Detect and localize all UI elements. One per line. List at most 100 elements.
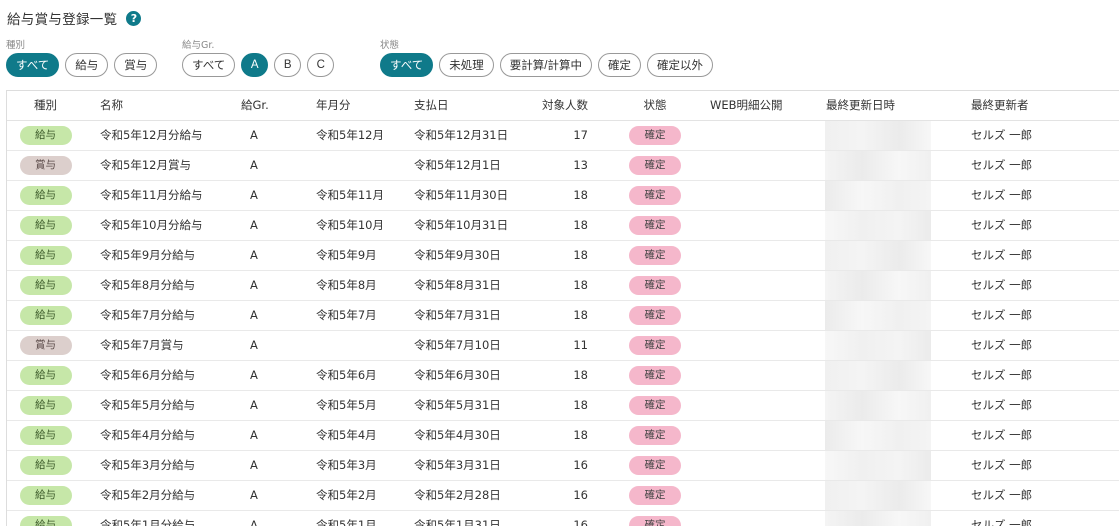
cell-name[interactable]: 令和5年3月分給与 <box>84 450 241 481</box>
table-row[interactable]: 賞与 令和5年7月賞与 A 令和5年7月10日 11 確定 セルズ 一郎 <box>7 330 1119 361</box>
redacted-timestamp <box>825 150 931 179</box>
header-name[interactable]: 名称 <box>84 91 241 121</box>
cell-updated-at <box>817 450 964 481</box>
cell-paydate: 令和5年12月1日 <box>410 150 530 181</box>
type-badge-salary: 給与 <box>19 455 72 475</box>
cell-name[interactable]: 令和5年11月分給与 <box>84 180 241 211</box>
cell-status: 確定 <box>600 270 710 301</box>
filter-type-option[interactable]: 賞与 <box>114 53 158 77</box>
cell-month: 令和5年12月 <box>311 120 410 151</box>
cell-name[interactable]: 令和5年9月分給与 <box>84 240 241 271</box>
table-row[interactable]: 賞与 令和5年12月賞与 A 令和5年12月1日 13 確定 セルズ 一郎 <box>7 150 1119 181</box>
header-count[interactable]: 対象人数 <box>530 91 600 121</box>
cell-updated-by: セルズ 一郎 <box>964 270 1119 301</box>
cell-web-publish <box>710 120 817 151</box>
cell-name[interactable]: 令和5年8月分給与 <box>84 270 241 301</box>
cell-name[interactable]: 令和5年2月分給与 <box>84 480 241 511</box>
cell-month: 令和5年7月 <box>311 300 410 331</box>
filter-group-option[interactable]: B <box>274 53 302 77</box>
cell-web-publish <box>710 450 817 481</box>
cell-month: 令和5年6月 <box>311 360 410 391</box>
header-month[interactable]: 年月分 <box>311 91 410 121</box>
cell-name[interactable]: 令和5年10月分給与 <box>84 210 241 241</box>
cell-updated-by: セルズ 一郎 <box>964 180 1119 211</box>
table-row[interactable]: 給与 令和5年11月分給与 A 令和5年11月 令和5年11月30日 18 確定 セルズ 一郎 <box>7 180 1119 211</box>
table-row[interactable]: 給与 令和5年3月分給与 A 令和5年3月 令和5年3月31日 16 確定 セルズ 一郎 <box>7 450 1119 481</box>
filter-status-option[interactable]: 要計算/計算中 <box>499 53 592 77</box>
cell-web-publish <box>710 300 817 331</box>
header-type[interactable]: 種別 <box>7 91 84 121</box>
filter-group-label: 給与Gr. <box>182 40 215 51</box>
header-status[interactable]: 状態 <box>600 91 710 121</box>
table-row[interactable]: 給与 令和5年6月分給与 A 令和5年6月 令和5年6月30日 18 確定 セルズ 一郎 <box>7 360 1119 391</box>
cell-type: 給与 <box>7 510 84 526</box>
cell-name[interactable]: 令和5年7月賞与 <box>84 330 241 361</box>
cell-web-publish <box>710 180 817 211</box>
cell-updated-at <box>817 180 964 211</box>
filter-status-option[interactable]: 未処理 <box>439 53 494 77</box>
cell-updated-by: セルズ 一郎 <box>964 300 1119 331</box>
table-row[interactable]: 給与 令和5年7月分給与 A 令和5年7月 令和5年7月31日 18 確定 セルズ 一郎 <box>7 300 1119 331</box>
cell-updated-at <box>817 390 964 421</box>
cell-name[interactable]: 令和5年6月分給与 <box>84 360 241 391</box>
filter-type-option[interactable]: 給与 <box>65 53 109 77</box>
cell-type: 給与 <box>7 480 84 511</box>
cell-name[interactable]: 令和5年12月分給与 <box>84 120 241 151</box>
redacted-timestamp <box>825 300 931 329</box>
cell-paydate: 令和5年9月30日 <box>410 240 530 271</box>
table-row[interactable]: 給与 令和5年2月分給与 A 令和5年2月 令和5年2月28日 16 確定 セルズ 一郎 <box>7 480 1119 511</box>
status-badge: 確定 <box>629 425 681 445</box>
header-group[interactable]: 給Gr. <box>241 91 311 121</box>
table-row[interactable]: 給与 令和5年1月分給与 A 令和5年1月 令和5年1月31日 16 確定 セルズ 一郎 <box>7 510 1119 526</box>
cell-month: 令和5年1月 <box>311 510 410 526</box>
cell-updated-at <box>817 120 964 151</box>
filter-group-option[interactable]: C <box>307 53 335 77</box>
status-badge: 確定 <box>629 485 681 505</box>
help-icon[interactable]: ? <box>126 10 142 26</box>
table-row[interactable]: 給与 令和5年5月分給与 A 令和5年5月 令和5年5月31日 18 確定 セルズ 一郎 <box>7 390 1119 421</box>
cell-web-publish <box>710 420 817 451</box>
redacted-timestamp <box>825 210 931 239</box>
cell-web-publish <box>710 240 817 271</box>
status-badge: 確定 <box>629 215 681 235</box>
cell-updated-at <box>817 420 964 451</box>
table-row[interactable]: 給与 令和5年8月分給与 A 令和5年8月 令和5年8月31日 18 確定 セルズ 一郎 <box>7 270 1119 301</box>
cell-paydate: 令和5年3月31日 <box>410 450 530 481</box>
cell-paydate: 令和5年4月30日 <box>410 420 530 451</box>
header-paydate[interactable]: 支払日 <box>410 91 530 121</box>
filter-status-option[interactable]: 確定以外 <box>646 53 713 77</box>
header-updated-by[interactable]: 最終更新者 <box>964 91 1119 121</box>
type-badge-salary: 給与 <box>19 215 72 235</box>
table-row[interactable]: 給与 令和5年9月分給与 A 令和5年9月 令和5年9月30日 18 確定 セルズ 一郎 <box>7 240 1119 271</box>
cell-count: 18 <box>530 420 600 451</box>
type-badge-salary: 給与 <box>19 125 72 145</box>
type-badge-bonus: 賞与 <box>19 155 72 175</box>
cell-name[interactable]: 令和5年5月分給与 <box>84 390 241 421</box>
status-badge: 確定 <box>629 395 681 415</box>
cell-type: 給与 <box>7 420 84 451</box>
filter-group-option[interactable]: A <box>241 53 269 77</box>
cell-count: 16 <box>530 450 600 481</box>
cell-name[interactable]: 令和5年1月分給与 <box>84 510 241 526</box>
filter-status-option[interactable]: すべて <box>380 53 434 77</box>
cell-type: 給与 <box>7 450 84 481</box>
cell-type: 賞与 <box>7 150 84 181</box>
cell-updated-at <box>817 330 964 361</box>
header-updated-at[interactable]: 最終更新日時 <box>817 91 964 121</box>
cell-count: 17 <box>530 120 600 151</box>
header-web[interactable]: WEB明細公開 <box>710 91 817 121</box>
filter-group-option[interactable]: すべて <box>182 53 236 77</box>
cell-group: A <box>241 180 311 211</box>
cell-name[interactable]: 令和5年12月賞与 <box>84 150 241 181</box>
cell-updated-at <box>817 510 964 526</box>
type-badge-salary: 給与 <box>19 485 72 505</box>
cell-name[interactable]: 令和5年4月分給与 <box>84 420 241 451</box>
table-row[interactable]: 給与 令和5年12月分給与 A 令和5年12月 令和5年12月31日 17 確定 セルズ 一郎 <box>7 120 1119 151</box>
filter-status-chips: すべて 未処理 要計算/計算中 確定 確定以外 <box>380 53 719 77</box>
filter-status-option[interactable]: 確定 <box>597 53 641 77</box>
filter-type-option[interactable]: すべて <box>6 53 60 77</box>
cell-name[interactable]: 令和5年7月分給与 <box>84 300 241 331</box>
table-row[interactable]: 給与 令和5年10月分給与 A 令和5年10月 令和5年10月31日 18 確定 セルズ 一郎 <box>7 210 1119 241</box>
cell-month: 令和5年9月 <box>311 240 410 271</box>
table-row[interactable]: 給与 令和5年4月分給与 A 令和5年4月 令和5年4月30日 18 確定 セルズ 一郎 <box>7 420 1119 451</box>
